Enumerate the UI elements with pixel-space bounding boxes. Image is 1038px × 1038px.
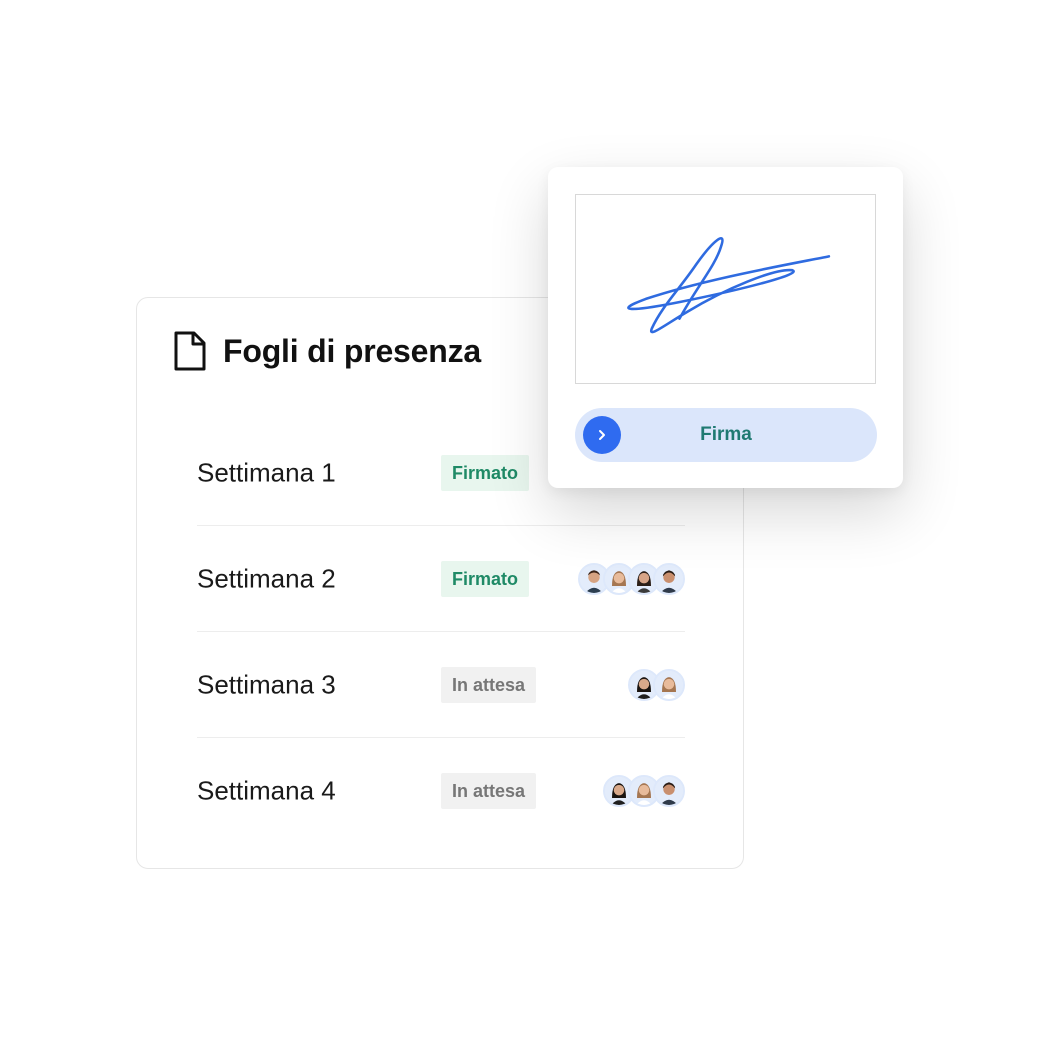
status-badge: Firmato: [441, 560, 530, 597]
week-label: Settimana 3: [197, 669, 336, 699]
card-header: Fogli di presenza: [173, 330, 481, 372]
signature-canvas[interactable]: [575, 194, 876, 384]
avatar: [653, 562, 685, 595]
week-label: Settimana 1: [197, 457, 336, 487]
status-badge: In attesa: [441, 773, 537, 809]
avatar-group: [578, 562, 685, 595]
slider-handle[interactable]: [583, 416, 621, 454]
avatar-group: [628, 668, 685, 701]
timesheet-row[interactable]: Settimana 4 In attesa: [197, 738, 685, 844]
avatar: [653, 775, 685, 807]
week-label: Settimana 4: [197, 775, 336, 806]
signature-panel: Firma: [548, 167, 903, 488]
avatar-group: [603, 775, 685, 807]
status-badge: Firmato: [441, 454, 530, 491]
signature-drawing: [627, 237, 831, 334]
card-title: Fogli di presenza: [223, 332, 481, 369]
avatar: [653, 668, 685, 701]
sign-button[interactable]: Firma: [575, 408, 877, 462]
document-icon: [174, 331, 206, 371]
chevron-right-icon: [599, 430, 605, 440]
timesheet-row[interactable]: Settimana 2 Firmato: [197, 526, 685, 632]
week-label: Settimana 2: [197, 563, 336, 593]
status-badge: In attesa: [441, 666, 537, 703]
timesheet-row[interactable]: Settimana 3 In attesa: [197, 632, 685, 738]
